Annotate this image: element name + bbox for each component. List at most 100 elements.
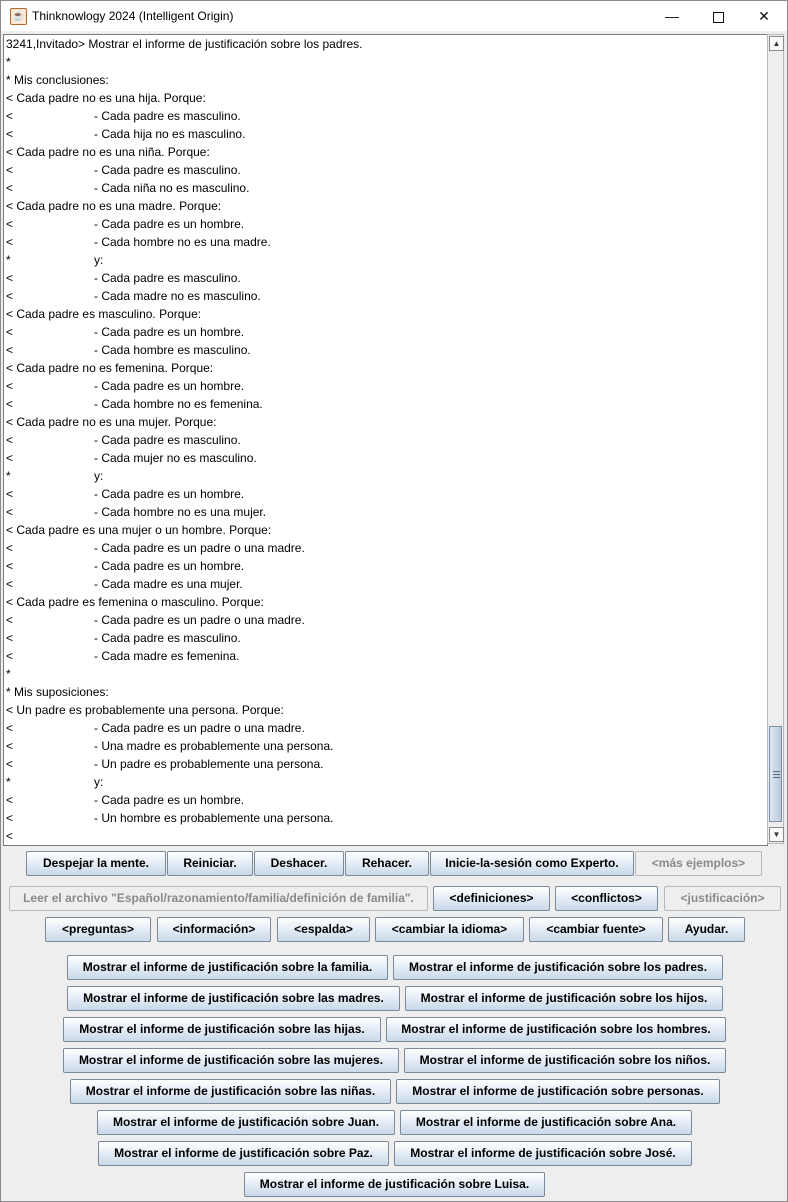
log-line-prefix: <: [6, 127, 14, 141]
log-line-prefix: <: [6, 217, 14, 231]
log-line: < - Cada madre no es masculino.: [4, 287, 767, 305]
report-women-button[interactable]: Mostrar el informe de justificación sobr…: [63, 1048, 399, 1073]
close-icon[interactable]: ✕: [741, 1, 787, 31]
login-expert-button[interactable]: Inicie-la-sesión como Experto.: [430, 851, 634, 876]
window-title: Thinknowlogy 2024 (Intelligent Origin): [32, 9, 234, 23]
report-ana-button[interactable]: Mostrar el informe de justificación sobr…: [400, 1110, 692, 1135]
log-line-text: < Cada padre no es una niña. Porque:: [6, 145, 210, 159]
log-line-prefix: <: [6, 325, 14, 339]
log-line-prefix: <: [6, 397, 14, 411]
report-luisa-button[interactable]: Mostrar el informe de justificación sobr…: [244, 1172, 545, 1197]
log-line: < - Cada hombre no es femenina.: [4, 395, 767, 413]
log-line-text: - Cada padre es masculino.: [94, 109, 241, 123]
log-line: < - Cada niña no es masculino.: [4, 179, 767, 197]
log-line-text: - Un hombre es probablemente una persona…: [94, 811, 334, 825]
log-line-prefix: <: [6, 739, 14, 753]
log-line: < - Cada hija no es masculino.: [4, 125, 767, 143]
undo-button[interactable]: Deshacer.: [254, 851, 344, 876]
log-line-text: < Cada padre es masculino. Porque:: [6, 307, 202, 321]
log-line-text: - Cada madre no es masculino.: [94, 289, 261, 303]
report-persons-button[interactable]: Mostrar el informe de justificación sobr…: [396, 1079, 720, 1104]
log-line-text: < Un padre es probablemente una persona.…: [6, 703, 284, 717]
report-daughters-button[interactable]: Mostrar el informe de justificación sobr…: [63, 1017, 381, 1042]
definitions-button[interactable]: <definiciones>: [433, 886, 550, 911]
change-font-button[interactable]: <cambiar fuente>: [529, 917, 663, 942]
output-text-area[interactable]: 3241,Invitado> Mostrar el informe de jus…: [3, 34, 768, 846]
information-button[interactable]: <información>: [157, 917, 271, 942]
clear-mind-button[interactable]: Despejar la mente.: [26, 851, 166, 876]
restart-button[interactable]: Reiniciar.: [167, 851, 253, 876]
log-line-text: - Cada padre es masculino.: [94, 631, 241, 645]
log-line-text: - Cada padre es masculino.: [94, 163, 241, 177]
log-line-text: - Cada hombre es masculino.: [94, 343, 251, 357]
report-girls-button[interactable]: Mostrar el informe de justificación sobr…: [70, 1079, 391, 1104]
help-button[interactable]: Ayudar.: [668, 917, 745, 942]
scrollbar-thumb[interactable]: [769, 726, 782, 822]
report-paz-button[interactable]: Mostrar el informe de justificación sobr…: [98, 1141, 389, 1166]
report-men-button[interactable]: Mostrar el informe de justificación sobr…: [386, 1017, 726, 1042]
log-line: < - Un padre es probablemente una persona…: [4, 755, 767, 773]
log-line: < - Cada padre es un hombre.: [4, 557, 767, 575]
log-line: *: [4, 665, 767, 683]
log-line: < - Cada padre es masculino.: [4, 107, 767, 125]
app-window: ☕ Thinknowlogy 2024 (Intelligent Origin)…: [0, 0, 788, 1202]
log-line-prefix: <: [6, 181, 14, 195]
log-line: * y:: [4, 251, 767, 269]
log-line-text: - Cada hija no es masculino.: [94, 127, 246, 141]
back-button[interactable]: <espalda>: [277, 917, 370, 942]
conflicts-button[interactable]: <conflictos>: [555, 886, 658, 911]
log-line: < - Cada padre es masculino.: [4, 161, 767, 179]
report-boys-button[interactable]: Mostrar el informe de justificación sobr…: [404, 1048, 726, 1073]
maximize-icon[interactable]: [695, 1, 741, 31]
log-line-text: *: [6, 55, 11, 69]
log-line: * Mis suposiciones:: [4, 683, 767, 701]
log-line-prefix: <: [6, 487, 14, 501]
log-line: < - Cada hombre no es una mujer.: [4, 503, 767, 521]
scroll-down-icon[interactable]: ▼: [769, 827, 784, 842]
log-line-prefix: *: [6, 253, 11, 267]
log-line-text: < Cada padre no es femenina. Porque:: [6, 361, 214, 375]
log-line-text: - Cada padre es un hombre.: [94, 379, 245, 393]
log-line: * y:: [4, 467, 767, 485]
log-line: < - Cada padre es un hombre.: [4, 323, 767, 341]
log-line: < - Cada padre es un hombre.: [4, 215, 767, 233]
log-line-text: < Cada padre no es una mujer. Porque:: [6, 415, 217, 429]
log-line-text: y:: [94, 775, 104, 789]
log-line-text: - Cada padre es masculino.: [94, 433, 241, 447]
log-line-prefix: <: [6, 793, 14, 807]
scroll-up-icon[interactable]: ▲: [769, 36, 784, 51]
redo-button[interactable]: Rehacer.: [345, 851, 429, 876]
log-line-text: * Mis conclusiones:: [6, 73, 109, 87]
report-sons-button[interactable]: Mostrar el informe de justificación sobr…: [405, 986, 723, 1011]
log-line: < Un padre es probablemente una persona.…: [4, 701, 767, 719]
log-line-prefix: <: [6, 271, 14, 285]
log-line-prefix: <: [6, 649, 14, 663]
log-line: < - Cada madre es femenina.: [4, 647, 767, 665]
vertical-scrollbar[interactable]: ▲ ▼: [767, 34, 784, 844]
log-line-prefix: <: [6, 559, 14, 573]
report-fathers-button[interactable]: Mostrar el informe de justificación sobr…: [393, 955, 723, 980]
log-line: < Cada padre es una mujer o un hombre. P…: [4, 521, 767, 539]
log-line: < - Cada padre es un hombre.: [4, 377, 767, 395]
read-file-button[interactable]: Leer el archivo "Español/razonamiento/fa…: [9, 886, 428, 911]
change-language-button[interactable]: <cambiar la idioma>: [375, 917, 524, 942]
report-mothers-button[interactable]: Mostrar el informe de justificación sobr…: [67, 986, 400, 1011]
log-line-text: < Cada padre no es una madre. Porque:: [6, 199, 222, 213]
report-jose-button[interactable]: Mostrar el informe de justificación sobr…: [394, 1141, 692, 1166]
log-line-prefix: <: [6, 289, 14, 303]
log-line: < - Cada padre es un padre o una madre.: [4, 611, 767, 629]
log-line-text: *: [6, 667, 11, 681]
log-line-prefix: <: [6, 757, 14, 771]
log-line-text: <: [6, 829, 14, 843]
log-line-text: - Cada padre es un padre o una madre.: [94, 721, 305, 735]
questions-button[interactable]: <preguntas>: [45, 917, 151, 942]
log-line: < - Cada padre es un padre o una madre.: [4, 539, 767, 557]
minimize-icon[interactable]: —: [649, 1, 695, 31]
report-juan-button[interactable]: Mostrar el informe de justificación sobr…: [97, 1110, 395, 1135]
log-line-prefix: <: [6, 577, 14, 591]
report-family-button[interactable]: Mostrar el informe de justificación sobr…: [67, 955, 388, 980]
more-examples-button[interactable]: <más ejemplos>: [635, 851, 762, 876]
log-line-prefix: <: [6, 379, 14, 393]
justification-button[interactable]: <justificación>: [664, 886, 781, 911]
log-line: < Cada padre no es femenina. Porque:: [4, 359, 767, 377]
